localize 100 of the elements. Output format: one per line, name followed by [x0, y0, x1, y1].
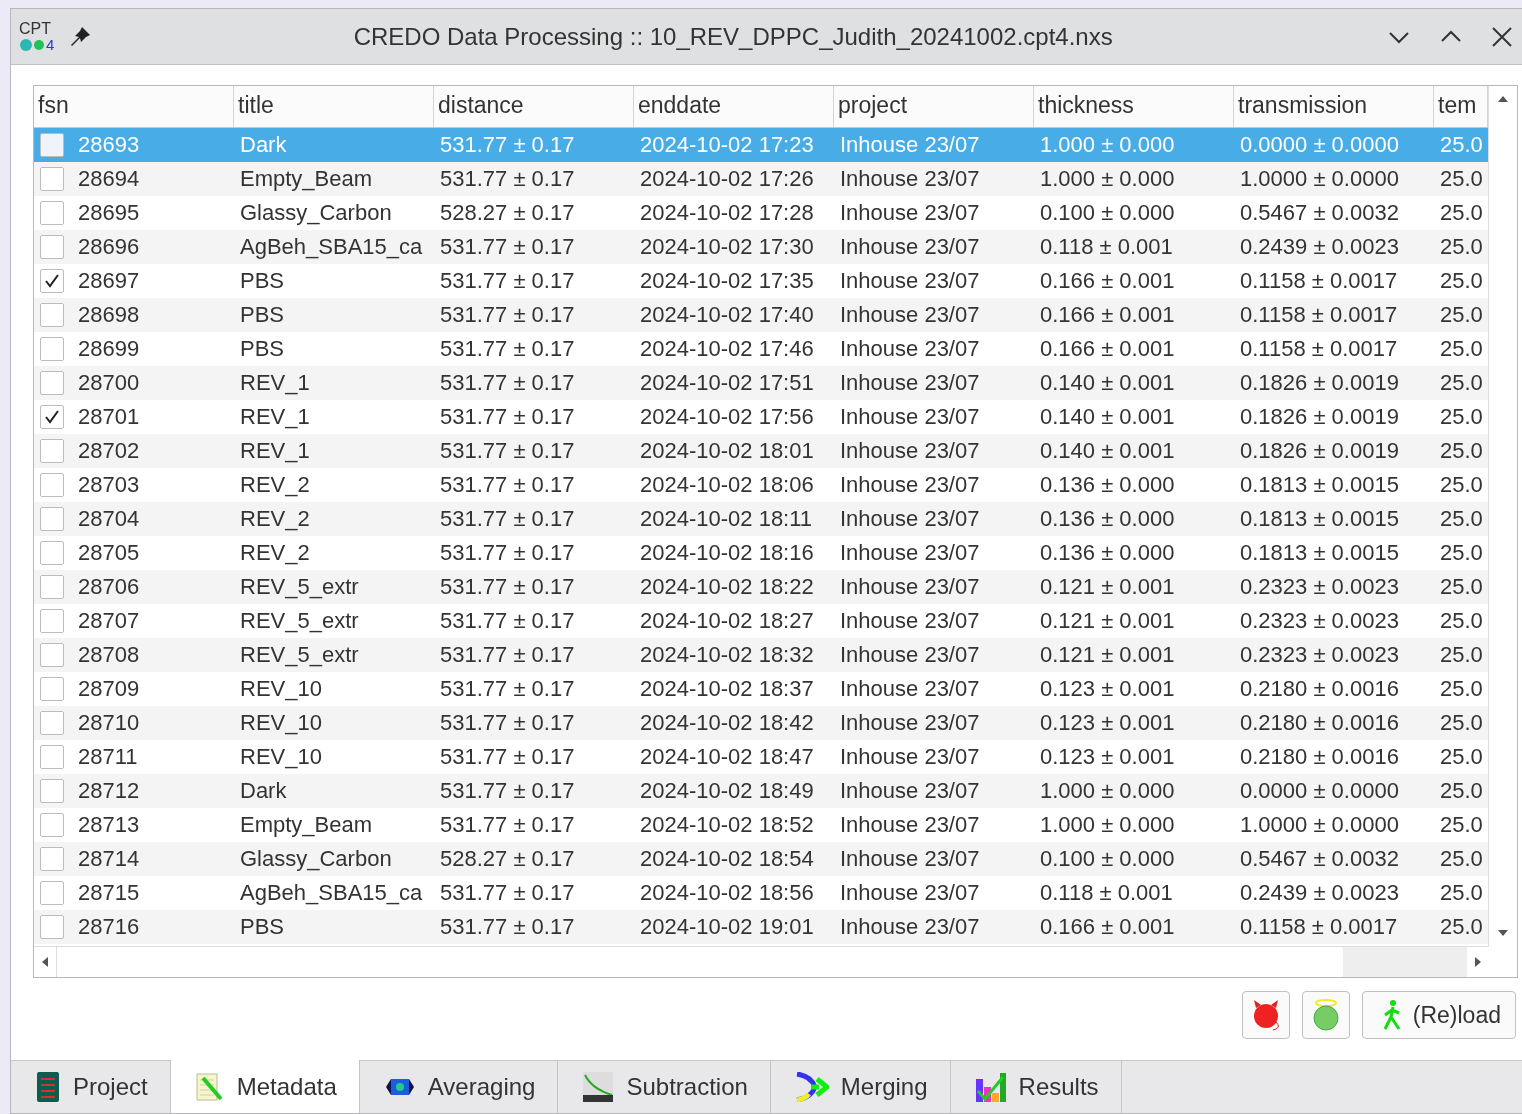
close-icon[interactable] — [1490, 24, 1514, 49]
checkbox[interactable] — [40, 915, 64, 939]
table-cell: Inhouse 23/07 — [840, 676, 980, 702]
checkbox[interactable] — [40, 133, 64, 157]
table-row[interactable]: 28696 AgBeh_SBA15_ca 531.77 ± 0.17 2024-10-02 17:30 Inhouse 23/07 0.118 ± 0.001 0.2439 ± 0.0023 25.0 — [34, 230, 1488, 264]
scroll-down-icon[interactable] — [1496, 928, 1510, 938]
table-row[interactable]: 28714 Glassy_Carbon 528.27 ± 0.17 2024-10-02 18:54 Inhouse 23/07 0.100 ± 0.000 0.5467 ± 0.0032 25.0 — [34, 842, 1488, 876]
table-cell: Inhouse 23/07 — [840, 506, 980, 532]
table-row[interactable]: 28694 Empty_Beam 531.77 ± 0.17 2024-10-02 17:26 Inhouse 23/07 1.000 ± 0.000 1.0000 ± 0.0000 25.0 — [34, 162, 1488, 196]
table-cell: 28699 — [78, 336, 140, 362]
table-cell: REV_1 — [240, 370, 310, 396]
table-cell: 25.0 — [1440, 880, 1483, 906]
table-cell: 0.1158 ± 0.0017 — [1240, 914, 1398, 940]
table-row[interactable]: 28708 REV_5_extr 531.77 ± 0.17 2024-10-02 18:32 Inhouse 23/07 0.121 ± 0.001 0.2323 ± 0.0023 25.0 — [34, 638, 1488, 672]
table-cell: 0.0000 ± 0.0000 — [1240, 778, 1399, 804]
table-cell: 531.77 ± 0.17 — [440, 642, 575, 668]
column-header[interactable]: title — [234, 86, 434, 127]
checkbox[interactable] — [40, 881, 64, 905]
checkbox[interactable] — [40, 167, 64, 191]
horizontal-scrollbar[interactable] — [34, 946, 1489, 977]
scroll-right-icon[interactable] — [1473, 955, 1483, 969]
checkbox[interactable] — [40, 677, 64, 701]
checkbox[interactable] — [40, 541, 64, 565]
table-row[interactable]: 28716 PBS 531.77 ± 0.17 2024-10-02 19:01 Inhouse 23/07 0.166 ± 0.001 0.1158 ± 0.0017 25.0 — [34, 910, 1488, 944]
dots-icon — [19, 37, 45, 52]
table-cell: 2024-10-02 18:32 — [640, 642, 814, 668]
table-row[interactable]: 28706 REV_5_extr 531.77 ± 0.17 2024-10-02 18:22 Inhouse 23/07 0.121 ± 0.001 0.2323 ± 0.0023 25.0 — [34, 570, 1488, 604]
table-cell: 2024-10-02 18:11 — [640, 506, 813, 532]
table-cell: 531.77 ± 0.17 — [440, 608, 575, 634]
scrollbar-thumb[interactable] — [1343, 947, 1467, 977]
table-cell: 25.0 — [1440, 744, 1483, 770]
table-cell: 0.5467 ± 0.0032 — [1240, 200, 1399, 226]
table-cell: 25.0 — [1440, 438, 1483, 464]
checkbox[interactable] — [40, 745, 64, 769]
checkbox[interactable] — [40, 405, 64, 429]
table-cell: 28706 — [78, 574, 140, 600]
table-cell: 0.1158 ± 0.0017 — [1240, 302, 1398, 328]
table-cell: 0.2180 ± 0.0016 — [1240, 676, 1399, 702]
column-header[interactable]: transmission — [1234, 86, 1434, 127]
column-header[interactable]: project — [834, 86, 1034, 127]
reload-button[interactable]: (Re)load — [1361, 991, 1516, 1039]
checkbox[interactable] — [40, 439, 64, 463]
table-cell: Inhouse 23/07 — [840, 472, 980, 498]
table-row[interactable]: 28702 REV_1 531.77 ± 0.17 2024-10-02 18:01 Inhouse 23/07 0.140 ± 0.001 0.1826 ± 0.0019 25.0 — [34, 434, 1488, 468]
table-cell: 25.0 — [1440, 574, 1483, 600]
table-row[interactable]: 28700 REV_1 531.77 ± 0.17 2024-10-02 17:51 Inhouse 23/07 0.140 ± 0.001 0.1826 ± 0.0019 25.0 — [34, 366, 1488, 400]
column-header[interactable]: fsn — [34, 86, 234, 127]
table-row[interactable]: 28698 PBS 531.77 ± 0.17 2024-10-02 17:40 Inhouse 23/07 0.166 ± 0.001 0.1158 ± 0.0017 25.0 — [34, 298, 1488, 332]
checkbox[interactable] — [40, 235, 64, 259]
table-row[interactable]: 28712 Dark 531.77 ± 0.17 2024-10-02 18:49 Inhouse 23/07 1.000 ± 0.000 0.0000 ± 0.0000 25.0 — [34, 774, 1488, 808]
table-cell: REV_2 — [240, 472, 310, 498]
checkbox[interactable] — [40, 779, 64, 803]
table-row[interactable]: 28704 REV_2 531.77 ± 0.17 2024-10-02 18:11 Inhouse 23/07 0.136 ± 0.000 0.1813 ± 0.0015 25.0 — [34, 502, 1488, 536]
scroll-up-icon[interactable] — [1496, 94, 1510, 104]
table-cell: 2024-10-02 17:51 — [640, 370, 814, 396]
checkbox[interactable] — [40, 575, 64, 599]
table-cell: PBS — [240, 302, 285, 328]
checkbox[interactable] — [40, 847, 64, 871]
table-cell: 28693 — [78, 132, 140, 158]
checkbox[interactable] — [40, 337, 64, 361]
checkbox[interactable] — [40, 711, 64, 735]
checkbox[interactable] — [40, 507, 64, 531]
checkbox[interactable] — [40, 303, 64, 327]
table-cell: 25.0 — [1440, 642, 1483, 668]
checkbox[interactable] — [40, 643, 64, 667]
app-logo-text: CPT — [19, 21, 52, 37]
mark-bad-button[interactable] — [1241, 991, 1290, 1039]
table-cell: 28715 — [78, 880, 140, 906]
table-row[interactable]: 28710 REV_10 531.77 ± 0.17 2024-10-02 18:42 Inhouse 23/07 0.123 ± 0.001 0.2180 ± 0.0016 25.0 — [34, 706, 1488, 740]
table-cell: 0.2323 ± 0.0023 — [1240, 608, 1399, 634]
checkbox[interactable] — [40, 813, 64, 837]
column-header[interactable]: thickness — [1034, 86, 1234, 127]
table-cell: 25.0 — [1440, 200, 1483, 226]
column-header[interactable]: distance — [434, 86, 634, 127]
table-cell: 28716 — [78, 914, 140, 940]
table-cell: 0.100 ± 0.000 — [1040, 846, 1175, 872]
table-cell: 531.77 ± 0.17 — [440, 710, 575, 736]
mark-good-button[interactable] — [1301, 991, 1350, 1039]
column-header[interactable]: enddate — [634, 86, 834, 127]
table-cell: 0.2323 ± 0.0023 — [1240, 642, 1399, 668]
table-cell: 25.0 — [1440, 132, 1483, 158]
table-cell: 0.140 ± 0.001 — [1040, 404, 1175, 430]
table-cell: 0.118 ± 0.001 — [1040, 234, 1173, 260]
table-cell: 0.0000 ± 0.0000 — [1240, 132, 1399, 158]
table-cell: 0.121 ± 0.001 — [1040, 574, 1175, 600]
scroll-left-icon[interactable] — [40, 955, 50, 969]
checkbox[interactable] — [40, 201, 64, 225]
table-cell: 28703 — [78, 472, 140, 498]
table-cell: AgBeh_SBA15_ca — [240, 234, 423, 260]
checkbox[interactable] — [40, 473, 64, 497]
checkbox[interactable] — [40, 371, 64, 395]
table-cell: 28701 — [78, 404, 140, 430]
table-cell: 0.123 ± 0.001 — [1040, 710, 1175, 736]
checkbox[interactable] — [40, 609, 64, 633]
table-cell: 2024-10-02 18:06 — [640, 472, 814, 498]
table-cell: 1.000 ± 0.000 — [1040, 132, 1175, 158]
table-cell: Inhouse 23/07 — [840, 438, 980, 464]
checkbox[interactable] — [40, 269, 64, 293]
tab[interactable]: Metadata — [170, 1060, 360, 1113]
table-cell: 531.77 ± 0.17 — [440, 574, 575, 600]
